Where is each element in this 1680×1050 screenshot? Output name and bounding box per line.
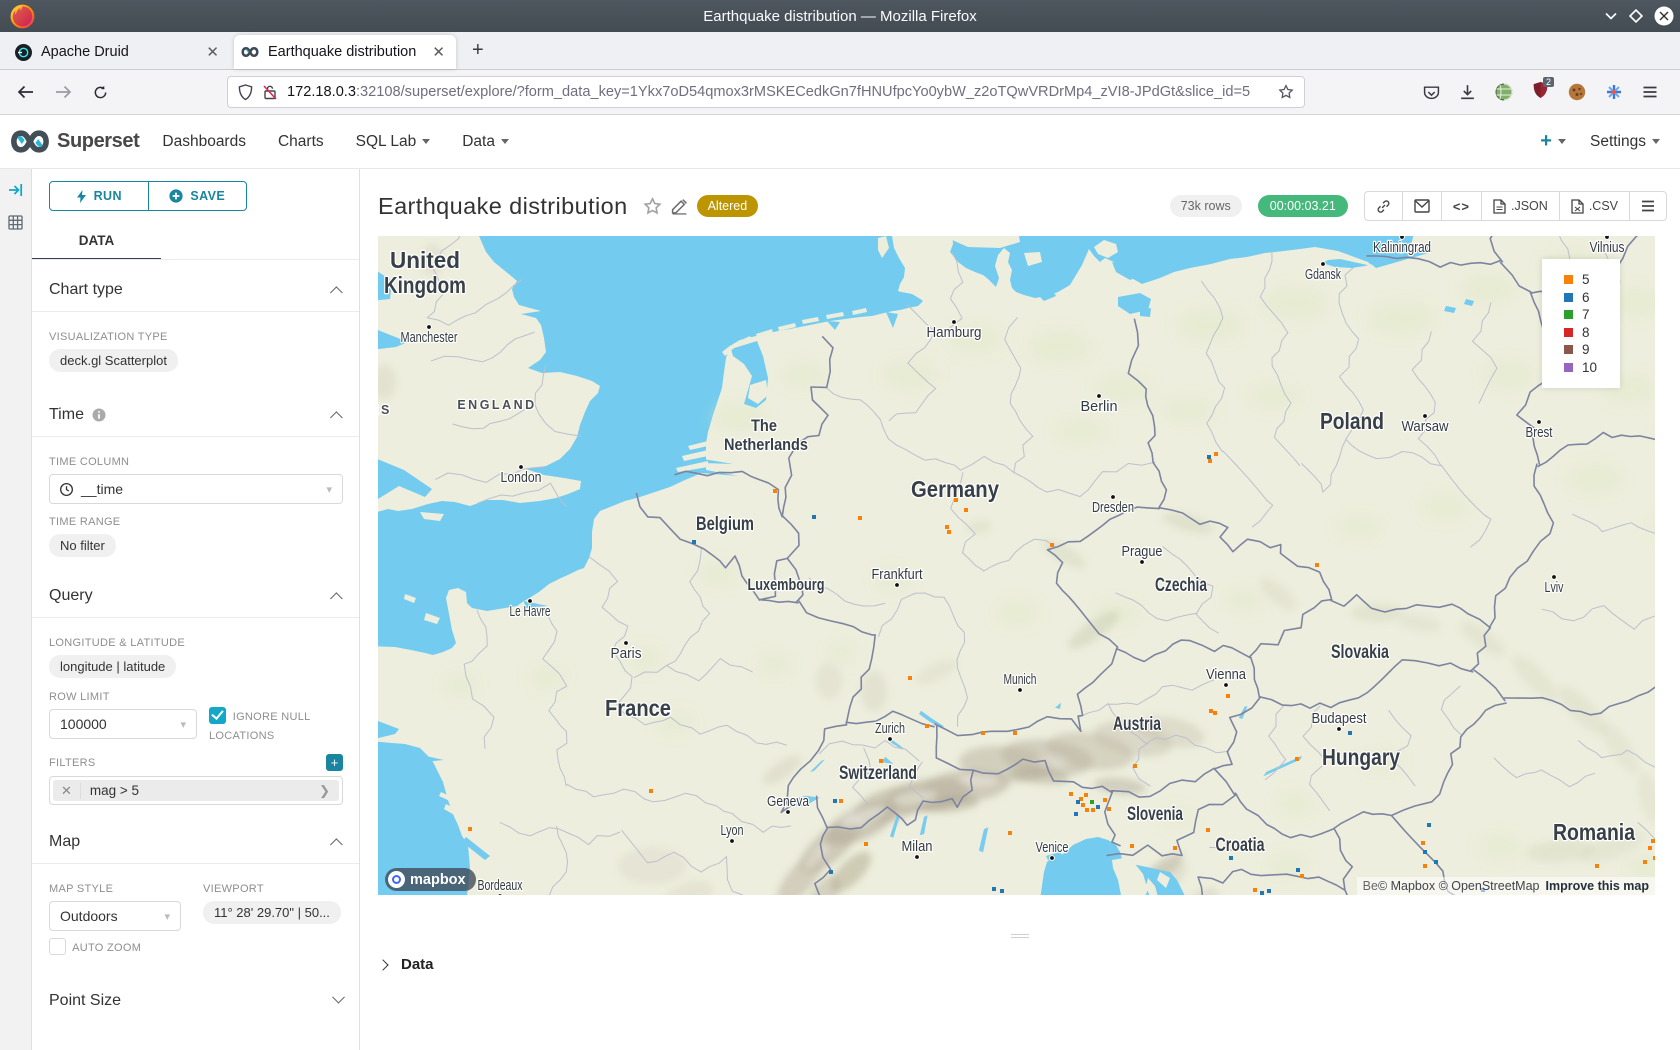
svg-text:Prague: Prague [1122,544,1163,560]
svg-text:Manchester: Manchester [401,330,458,346]
svg-text:Dresden: Dresden [1092,500,1134,516]
svg-text:Czechia: Czechia [1155,575,1207,596]
svg-text:Bordeaux: Bordeaux [478,878,524,894]
svg-text:Slovenia: Slovenia [1127,804,1183,825]
svg-text:Netherlands: Netherlands [724,435,808,454]
svg-text:Paris: Paris [611,646,642,662]
svg-text:Austria: Austria [1113,714,1161,735]
svg-text:Kaliningrad: Kaliningrad [1373,240,1431,256]
svg-text:Kingdom: Kingdom [384,272,466,298]
svg-text:Poland: Poland [1320,408,1384,434]
svg-text:Switzerland: Switzerland [839,763,917,784]
svg-text:Frankfurt: Frankfurt [872,567,923,583]
svg-text:Vilnius: Vilnius [1590,240,1625,256]
svg-text:France: France [605,695,671,721]
svg-text:Warsaw: Warsaw [1402,419,1449,435]
svg-text:The: The [751,416,777,435]
svg-text:Slovakia: Slovakia [1331,642,1389,663]
svg-text:Luxembourg: Luxembourg [748,575,825,594]
svg-text:Munich: Munich [1004,672,1037,688]
svg-text:Venice: Venice [1036,840,1069,856]
svg-text:London: London [501,470,542,486]
svg-text:Croatia: Croatia [1216,835,1265,856]
svg-text:Belgium: Belgium [696,514,754,535]
svg-text:Hamburg: Hamburg [927,325,982,341]
svg-text:Geneva: Geneva [767,794,810,810]
svg-text:Hungary: Hungary [1322,744,1400,770]
svg-text:Vienna: Vienna [1206,667,1247,683]
svg-text:Budapest: Budapest [1312,711,1367,727]
svg-text:Milan: Milan [902,839,933,855]
svg-text:Zurich: Zurich [875,721,905,737]
svg-text:Brest: Brest [1526,425,1553,441]
svg-text:Le Havre: Le Havre [510,604,551,620]
svg-text:United: United [390,247,460,273]
svg-text:Gdansk: Gdansk [1305,267,1342,283]
svg-text:ENGLAND: ENGLAND [457,398,536,412]
svg-text:Berlin: Berlin [1081,399,1118,415]
svg-text:Lyon: Lyon [721,823,744,839]
svg-text:Lviv: Lviv [1545,580,1565,596]
svg-text:Romania: Romania [1553,819,1635,845]
svg-text:ES: ES [378,403,392,417]
